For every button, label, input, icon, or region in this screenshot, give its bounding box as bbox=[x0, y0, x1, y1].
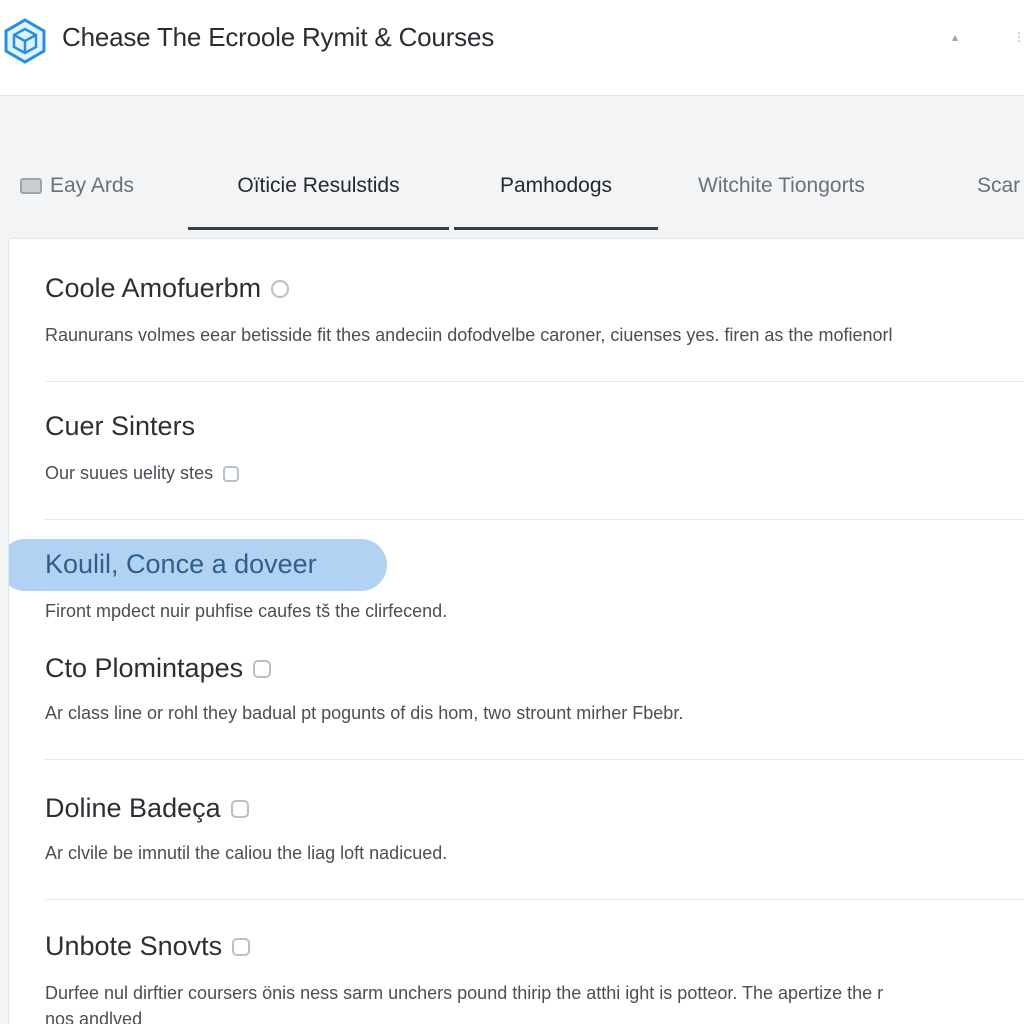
tab-label: Witchite Tiongorts bbox=[698, 174, 865, 197]
item-description: Ar clvile be imnutil the caliou the liag… bbox=[45, 843, 448, 863]
tab-oiticie-resulstids[interactable]: Oïticie Resulstids bbox=[188, 150, 449, 230]
app-title: Chease The Ecroole Rymit & Courses bbox=[62, 22, 495, 52]
item-description-text: Our suues uelity stes bbox=[45, 463, 214, 483]
tag-icon bbox=[230, 799, 249, 818]
item-description: Durfee nul dirftier coursers önis ness s… bbox=[45, 983, 884, 1003]
tab-scar[interactable]: Scar bbox=[977, 150, 1020, 230]
tag-icon bbox=[223, 465, 240, 482]
more-icon[interactable]: ⋮ bbox=[1010, 28, 1024, 46]
course-list: Coole Amofuerbm Raunurans volmes eear be… bbox=[8, 238, 1024, 1024]
item-description-continued: nos andlved bbox=[45, 1009, 143, 1024]
item-description: Our suues uelity stes bbox=[45, 463, 240, 484]
tag-icon bbox=[253, 659, 272, 678]
tab-bar: Eay Ards Oïticie Resulstids Pamhodogs Wi… bbox=[0, 150, 1024, 232]
item-title: Doline Badeça bbox=[45, 793, 249, 824]
item-description: Firont mpdect nuir puhfise caufes tš the… bbox=[45, 601, 448, 621]
item-title: Cto Plomintapes bbox=[45, 653, 272, 684]
info-circle-icon bbox=[271, 279, 290, 298]
tab-eay-ards[interactable]: Eay Ards bbox=[20, 150, 134, 230]
card-icon bbox=[20, 178, 42, 194]
tab-pamhodogs[interactable]: Pamhodogs bbox=[454, 150, 658, 230]
tab-witchite-tiongorts[interactable]: Witchite Tiongorts bbox=[698, 150, 865, 230]
item-title: Unbote Snovts bbox=[45, 931, 251, 962]
item-title-text: Coole Amofuerbm bbox=[45, 273, 262, 303]
divider bbox=[45, 759, 1024, 760]
app-window: Chease The Ecroole Rymit & Courses ▴ ⋮ E… bbox=[0, 0, 1024, 1024]
tab-label: Oïticie Resulstids bbox=[237, 174, 400, 197]
item-title-text: Unbote Snovts bbox=[45, 931, 223, 961]
divider bbox=[45, 899, 1024, 900]
item-title: Koulil, Conce a doveer bbox=[45, 549, 317, 580]
item-description: Raunurans volmes eear betisside fit thes… bbox=[45, 325, 893, 345]
item-title-text: Cuer Sinters bbox=[45, 411, 196, 441]
divider bbox=[45, 519, 1024, 520]
item-title: Cuer Sinters bbox=[45, 411, 195, 442]
item-title-text: Cto Plomintapes bbox=[45, 653, 244, 683]
tag-icon bbox=[232, 937, 251, 956]
divider bbox=[45, 381, 1024, 382]
app-logo-icon bbox=[4, 18, 46, 64]
tab-label: Pamhodogs bbox=[499, 174, 613, 197]
item-title-text: Koulil, Conce a doveer bbox=[45, 549, 317, 579]
tab-label: Scar bbox=[977, 174, 1021, 197]
item-title: Coole Amofuerbm bbox=[45, 273, 290, 304]
app-header: Chease The Ecroole Rymit & Courses ▴ ⋮ bbox=[0, 0, 1024, 96]
item-description: Ar class line or rohl they badual pt pog… bbox=[45, 703, 684, 723]
item-title-text: Doline Badeça bbox=[45, 793, 221, 823]
pin-icon[interactable]: ▴ bbox=[946, 28, 964, 46]
tab-label: Eay Ards bbox=[50, 174, 135, 197]
